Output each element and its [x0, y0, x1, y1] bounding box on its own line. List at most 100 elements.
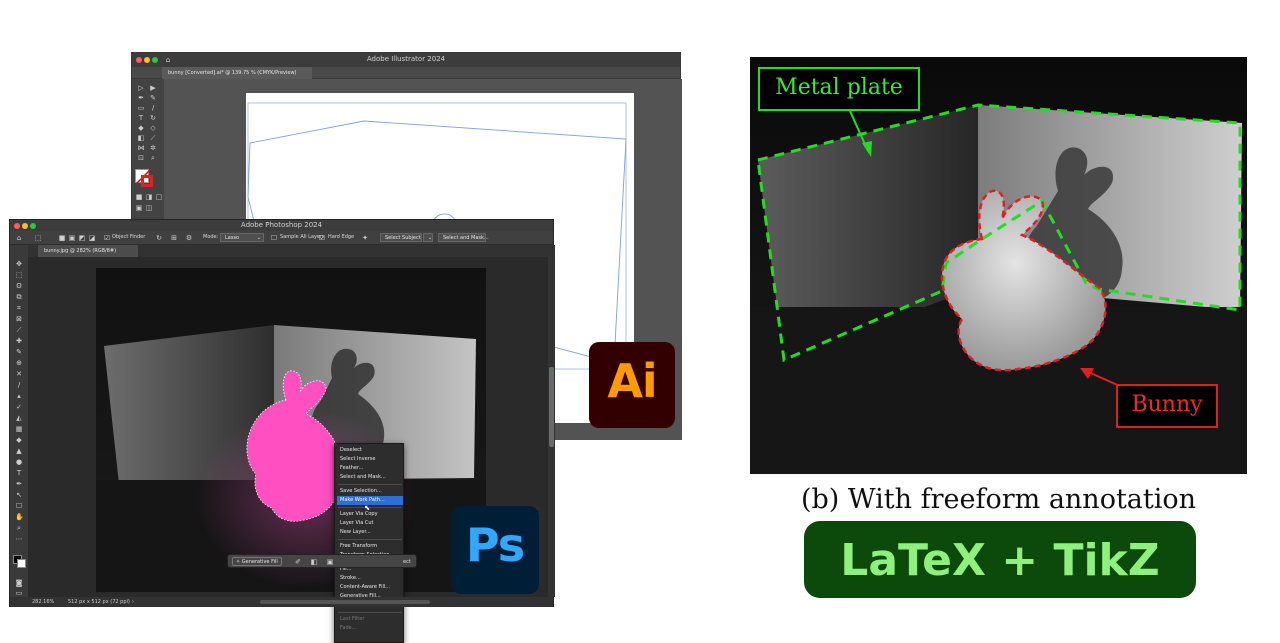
scrollbar-thumb[interactable] — [549, 367, 554, 447]
menu-item-free-transform[interactable]: Free Transform — [337, 542, 403, 551]
modify-selection-icon[interactable]: ✐ — [294, 558, 302, 566]
blend-tool-icon[interactable]: ⋈ — [137, 144, 145, 152]
eraser-tool-icon[interactable]: ◇ — [149, 124, 157, 132]
background-color-swatch[interactable] — [17, 559, 26, 568]
type-tool-icon[interactable]: ◆ — [15, 436, 23, 444]
edit-toolbar-icon[interactable]: ⋯ — [15, 535, 23, 543]
scale-tool-icon[interactable]: ◧ — [137, 134, 145, 142]
figure-caption: (b) With freeform annotation — [800, 484, 1197, 515]
healing-brush-icon[interactable]: ✚ — [15, 337, 23, 345]
zoom-level[interactable]: 282.16% — [32, 599, 54, 605]
curvature-tool-icon[interactable]: ✎ — [149, 94, 157, 102]
rectangle-tool-icon[interactable]: ▭ — [137, 104, 145, 112]
add-selection-icon[interactable]: ▣ — [68, 234, 76, 242]
intersect-selection-icon[interactable]: ◪ — [88, 234, 96, 242]
select-subject-button[interactable]: Select Subject — [380, 233, 422, 242]
screen-mode-icon[interactable]: ▭ — [15, 589, 23, 597]
zoom-tool-icon[interactable]: ⌕ — [149, 154, 157, 162]
paintbrush-tool-icon[interactable]: / — [149, 104, 157, 112]
menu-item-deselect[interactable]: Deselect — [337, 446, 403, 455]
menu-item-feather[interactable]: Feather... — [337, 464, 403, 473]
bunny-photo[interactable] — [96, 268, 486, 592]
quick-mask-icon[interactable]: ◙ — [15, 579, 23, 587]
draw-mode-icon[interactable]: ▣ — [135, 204, 143, 212]
home-icon[interactable]: ⌂ — [15, 234, 23, 242]
shape-tool-icon[interactable]: ● — [15, 458, 23, 466]
object-selection-tool-icon[interactable]: ⬚ — [34, 234, 42, 242]
gradient-mode-icon[interactable]: ◨ — [145, 193, 153, 201]
chevron-down-icon: ⌄ — [428, 235, 433, 241]
selection-tool-icon[interactable]: ▷ — [137, 84, 145, 92]
bunny-label: Bunny — [1116, 384, 1218, 428]
photoshop-document-tab[interactable]: bunny.jpg @ 282% (RGB/8#) — [38, 245, 138, 257]
refresh-icon[interactable]: ↻ — [155, 234, 163, 242]
generative-fill-button[interactable]: ✧ Generative Fill — [232, 557, 282, 566]
eyedropper-tool-icon[interactable]: ⟋ — [15, 326, 23, 334]
eraser-tool-icon[interactable]: / — [15, 381, 23, 389]
vertical-scrollbar[interactable] — [548, 257, 555, 597]
object-selection-tool-icon[interactable]: ⧉ — [15, 293, 23, 301]
history-brush-icon[interactable]: ✕ — [15, 370, 23, 378]
mode-label: Mode: — [203, 234, 219, 240]
contextual-task-bar: ✧ Generative Fill ✐ ◧ ▣ ect — [227, 554, 417, 568]
mode-select[interactable]: Lasso ⌄ — [220, 233, 264, 242]
menu-separator — [338, 484, 402, 485]
brush-tool-icon[interactable]: ✎ — [15, 348, 23, 356]
hand-tool-icon[interactable]: T — [15, 469, 23, 477]
menu-item-select-and-mask[interactable]: Select and Mask... — [337, 473, 403, 482]
type-tool-icon[interactable]: T — [137, 114, 145, 122]
sample-all-layers-checkbox[interactable]: ☐ — [270, 234, 278, 242]
path-selection-icon[interactable]: ▲ — [15, 447, 23, 455]
latex-tikz-badge: LaTeX + TikZ — [804, 521, 1196, 598]
menu-item-new-layer[interactable]: New Layer... — [337, 528, 403, 537]
magnifier-icon[interactable]: ⌕ — [15, 524, 23, 532]
direct-selection-tool-icon[interactable]: ▶ — [149, 84, 157, 92]
screen-mode-icon[interactable]: ◫ — [145, 204, 153, 212]
color-mode-icon[interactable]: ■ — [135, 193, 143, 201]
illustrator-document-tab[interactable]: bunny [Converted].ai* @ 139.75 % (CMYK/P… — [162, 67, 312, 79]
gear-icon[interactable]: ⚙ — [185, 234, 193, 242]
pen-tool-icon[interactable]: ✒ — [137, 94, 145, 102]
menu-item-content-aware-fill[interactable]: Content-Aware Fill... — [337, 583, 403, 592]
menu-item-layer-via-cut[interactable]: Layer Via Cut — [337, 519, 403, 528]
artboard-tool-icon[interactable]: ⊡ — [137, 154, 145, 162]
direct-select-icon[interactable]: ↖ — [15, 491, 23, 499]
show-objects-icon[interactable]: ⊞ — [170, 234, 178, 242]
hard-edge-checkbox[interactable]: ☑ — [318, 234, 326, 242]
eyedropper-tool-icon[interactable]: ⟋ — [149, 134, 157, 142]
menu-item-save-selection[interactable]: Save Selection... — [337, 487, 403, 496]
dodge-tool-icon[interactable]: ◭ — [15, 414, 23, 422]
sparkle-icon[interactable]: ✦ — [361, 234, 369, 242]
chevron-right-icon[interactable]: › — [132, 599, 134, 605]
rotate-tool-icon[interactable]: ↻ — [149, 114, 157, 122]
pen-tool-icon[interactable]: ▦ — [15, 425, 23, 433]
menu-item-stroke[interactable]: Stroke... — [337, 574, 403, 583]
horizontal-scrollbar[interactable] — [260, 600, 430, 604]
invert-selection-icon[interactable]: ◧ — [310, 558, 318, 566]
marquee-tool-icon[interactable]: ⬚ — [15, 271, 23, 279]
mouse-cursor-icon: ⬉ — [364, 504, 370, 512]
hand-icon[interactable]: ✋ — [15, 513, 24, 521]
blur-tool-icon[interactable]: ✓ — [15, 403, 23, 411]
mask-icon[interactable]: ▣ — [326, 558, 334, 566]
menu-item-select-inverse[interactable]: Select Inverse — [337, 455, 403, 464]
gradient-tool-icon[interactable]: ▴ — [15, 392, 23, 400]
select-and-mask-button[interactable]: Select and Mask... — [438, 233, 489, 242]
subtract-selection-icon[interactable]: ◩ — [78, 234, 86, 242]
stroke-swatch[interactable] — [141, 175, 153, 187]
symbol-tool-icon[interactable]: ✲ — [149, 144, 157, 152]
illustrator-window-title: Adobe Illustrator 2024 — [366, 55, 446, 63]
new-selection-icon[interactable]: ■ — [58, 234, 66, 242]
none-mode-icon[interactable]: □ — [155, 193, 163, 201]
rectangle-tool-icon[interactable]: ☐ — [15, 502, 23, 510]
crop-tool-icon[interactable]: ⌗ — [15, 304, 23, 312]
select-subject-dropdown[interactable]: ⌄ — [423, 233, 433, 242]
object-finder-checkbox[interactable]: ☑ — [103, 234, 111, 242]
zoom-tool-icon[interactable]: ✒ — [15, 480, 23, 488]
shaper-tool-icon[interactable]: ◆ — [137, 124, 145, 132]
frame-tool-icon[interactable]: ⊠ — [15, 315, 23, 323]
move-tool-icon[interactable]: ✥ — [15, 260, 23, 268]
clone-stamp-icon[interactable]: ⊕ — [15, 359, 23, 367]
lasso-tool-icon[interactable]: ʘ — [15, 282, 23, 290]
generative-fill-label: Generative Fill — [241, 559, 278, 565]
